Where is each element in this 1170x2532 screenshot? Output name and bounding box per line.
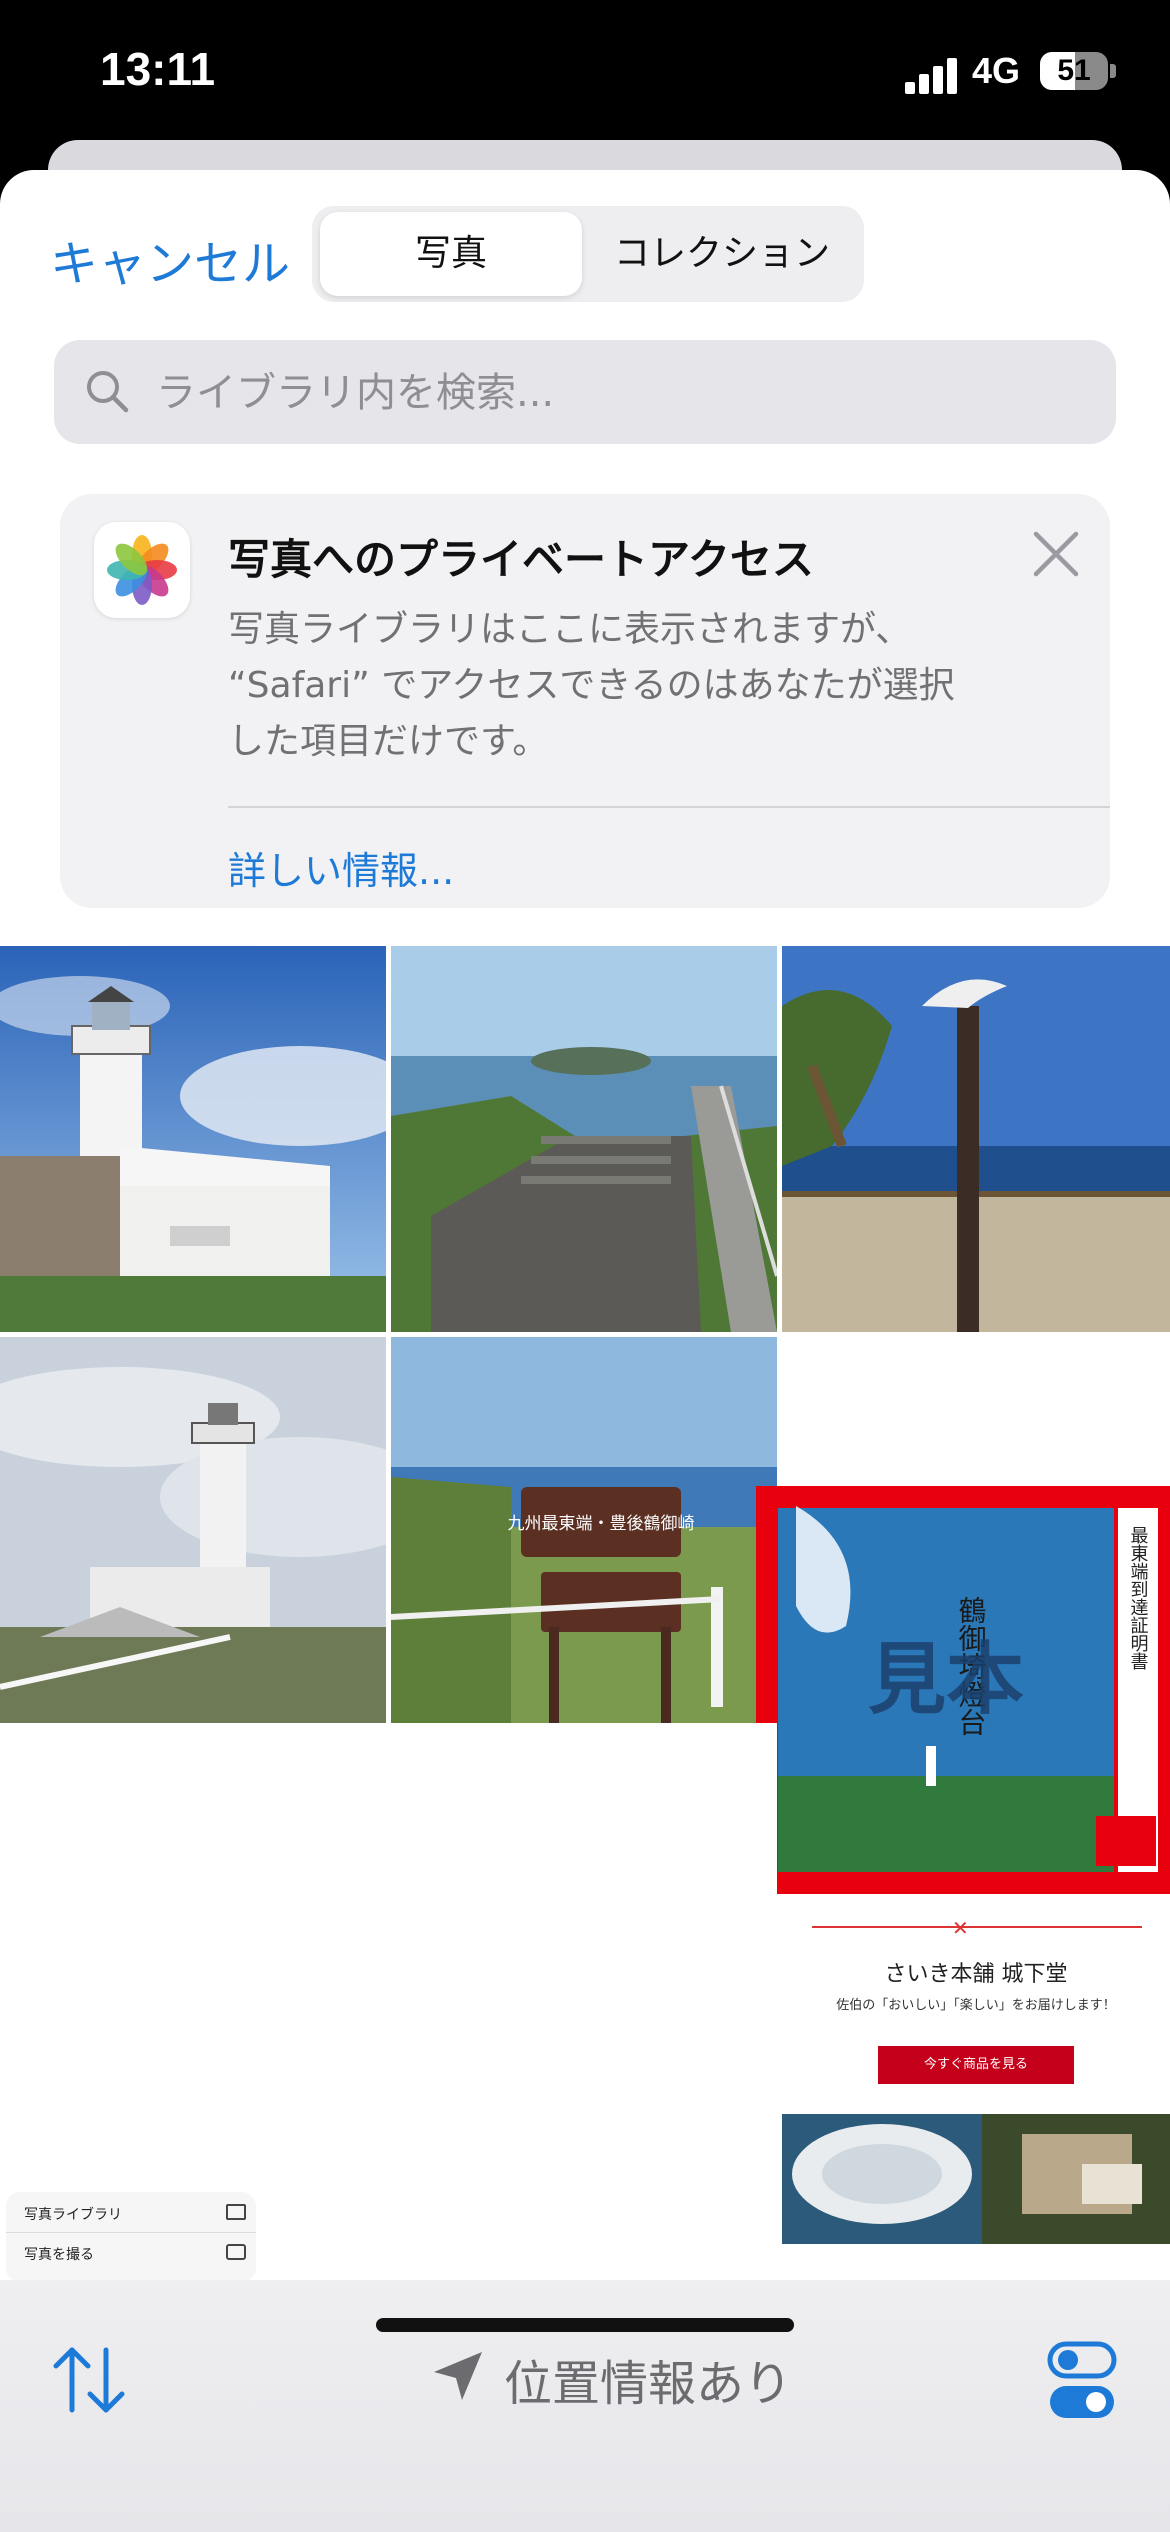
photo-certificate-highlighted[interactable]: 鶴御埼燈台 見本 最東端到達証明書 xyxy=(756,1486,1170,1894)
photo-grid: 九州最東端・豊後鶴御崎 鶴御埼燈台 見本 最東端到達証明書 写真ライブラリ 写真… xyxy=(0,946,1170,2451)
menu-divider xyxy=(6,2232,256,2233)
photo-lighthouse-2[interactable] xyxy=(0,1337,386,1723)
private-access-notice: 写真へのプライベートアクセス 写真ライブラリはここに表示されますが、 “Safa… xyxy=(60,494,1110,908)
notice-body: 写真ライブラリはここに表示されますが、 “Safari” でアクセスできるのはあ… xyxy=(228,609,955,762)
certificate-mark: 見本 xyxy=(868,1635,1024,1725)
cancel-button[interactable]: キャンセル xyxy=(50,224,290,294)
location-label: 位置情報あり xyxy=(504,2356,793,2412)
options-toggle-icon[interactable] xyxy=(1046,2336,1118,2426)
segmented-control: 写真 コレクション xyxy=(312,206,864,302)
ad-rule xyxy=(812,1926,1142,1928)
more-info-link[interactable]: 詳しい情報... xyxy=(228,840,454,895)
camera-icon xyxy=(226,2244,246,2260)
sort-arrows-icon[interactable] xyxy=(50,2344,128,2416)
location-arrow-icon xyxy=(434,2352,482,2400)
photo-sign[interactable]: 九州最東端・豊後鶴御崎 xyxy=(391,1337,777,1723)
photo-lighthouse-1[interactable] xyxy=(0,946,386,1332)
photos-app-icon xyxy=(94,522,190,618)
photo-stairs[interactable] xyxy=(391,946,777,1332)
status-time: 13:11 xyxy=(100,43,216,95)
photo-library-icon xyxy=(226,2204,246,2220)
search-input[interactable] xyxy=(154,360,1058,426)
photo-food[interactable] xyxy=(782,2114,1170,2244)
ad-store-name: さいき本舗 城下堂 xyxy=(884,1962,1068,1987)
segment-collections[interactable]: コレクション xyxy=(588,212,856,296)
certificate-side: 最東端到達証明書 xyxy=(1128,1526,1149,1670)
ribbon-icon: ✕ xyxy=(952,1916,969,1940)
ad-button: 今すぐ商品を見る xyxy=(878,2046,1074,2084)
network-type: 4G xyxy=(972,50,1021,91)
search-bar[interactable] xyxy=(54,340,1116,444)
battery-tip xyxy=(1110,64,1116,78)
battery-icon: 51 xyxy=(1040,52,1108,90)
photo-crane-monument[interactable] xyxy=(782,946,1170,1332)
segment-photos[interactable]: 写真 xyxy=(320,212,582,296)
close-icon[interactable] xyxy=(1028,526,1084,582)
signal-icon xyxy=(905,58,959,94)
ad-tagline: 佐伯の「おいしい」「楽しい」をお届けします！ xyxy=(836,1998,1116,2013)
battery-percent: 51 xyxy=(1057,54,1091,87)
photo-ad-top[interactable]: ✕ さいき本舗 城下堂 佐伯の「おいしい」「楽しい」をお届けします！ 今すぐ商品… xyxy=(782,1896,1170,2106)
photo-picker-sheet: キャンセル 写真 コレクション ライブラリ内を検索... 写真へのプライベートア… xyxy=(0,170,1170,2532)
sign-text: 九州最東端・豊後鶴御崎 xyxy=(508,1514,695,1534)
photo-blank[interactable] xyxy=(0,1723,777,2048)
search-icon xyxy=(87,371,129,413)
menu-item-photo-library[interactable]: 写真ライブラリ xyxy=(24,2204,122,2224)
home-indicator xyxy=(376,2318,794,2332)
status-bar: 13:11 4G 51 xyxy=(0,0,1170,140)
context-menu: 写真ライブラリ 写真を撮る xyxy=(6,2192,256,2282)
photos-flower-icon xyxy=(107,535,177,605)
notice-title: 写真へのプライベートアクセス xyxy=(228,535,814,584)
menu-item-take-photo[interactable]: 写真を撮る xyxy=(24,2244,94,2264)
notice-divider xyxy=(228,806,1110,808)
